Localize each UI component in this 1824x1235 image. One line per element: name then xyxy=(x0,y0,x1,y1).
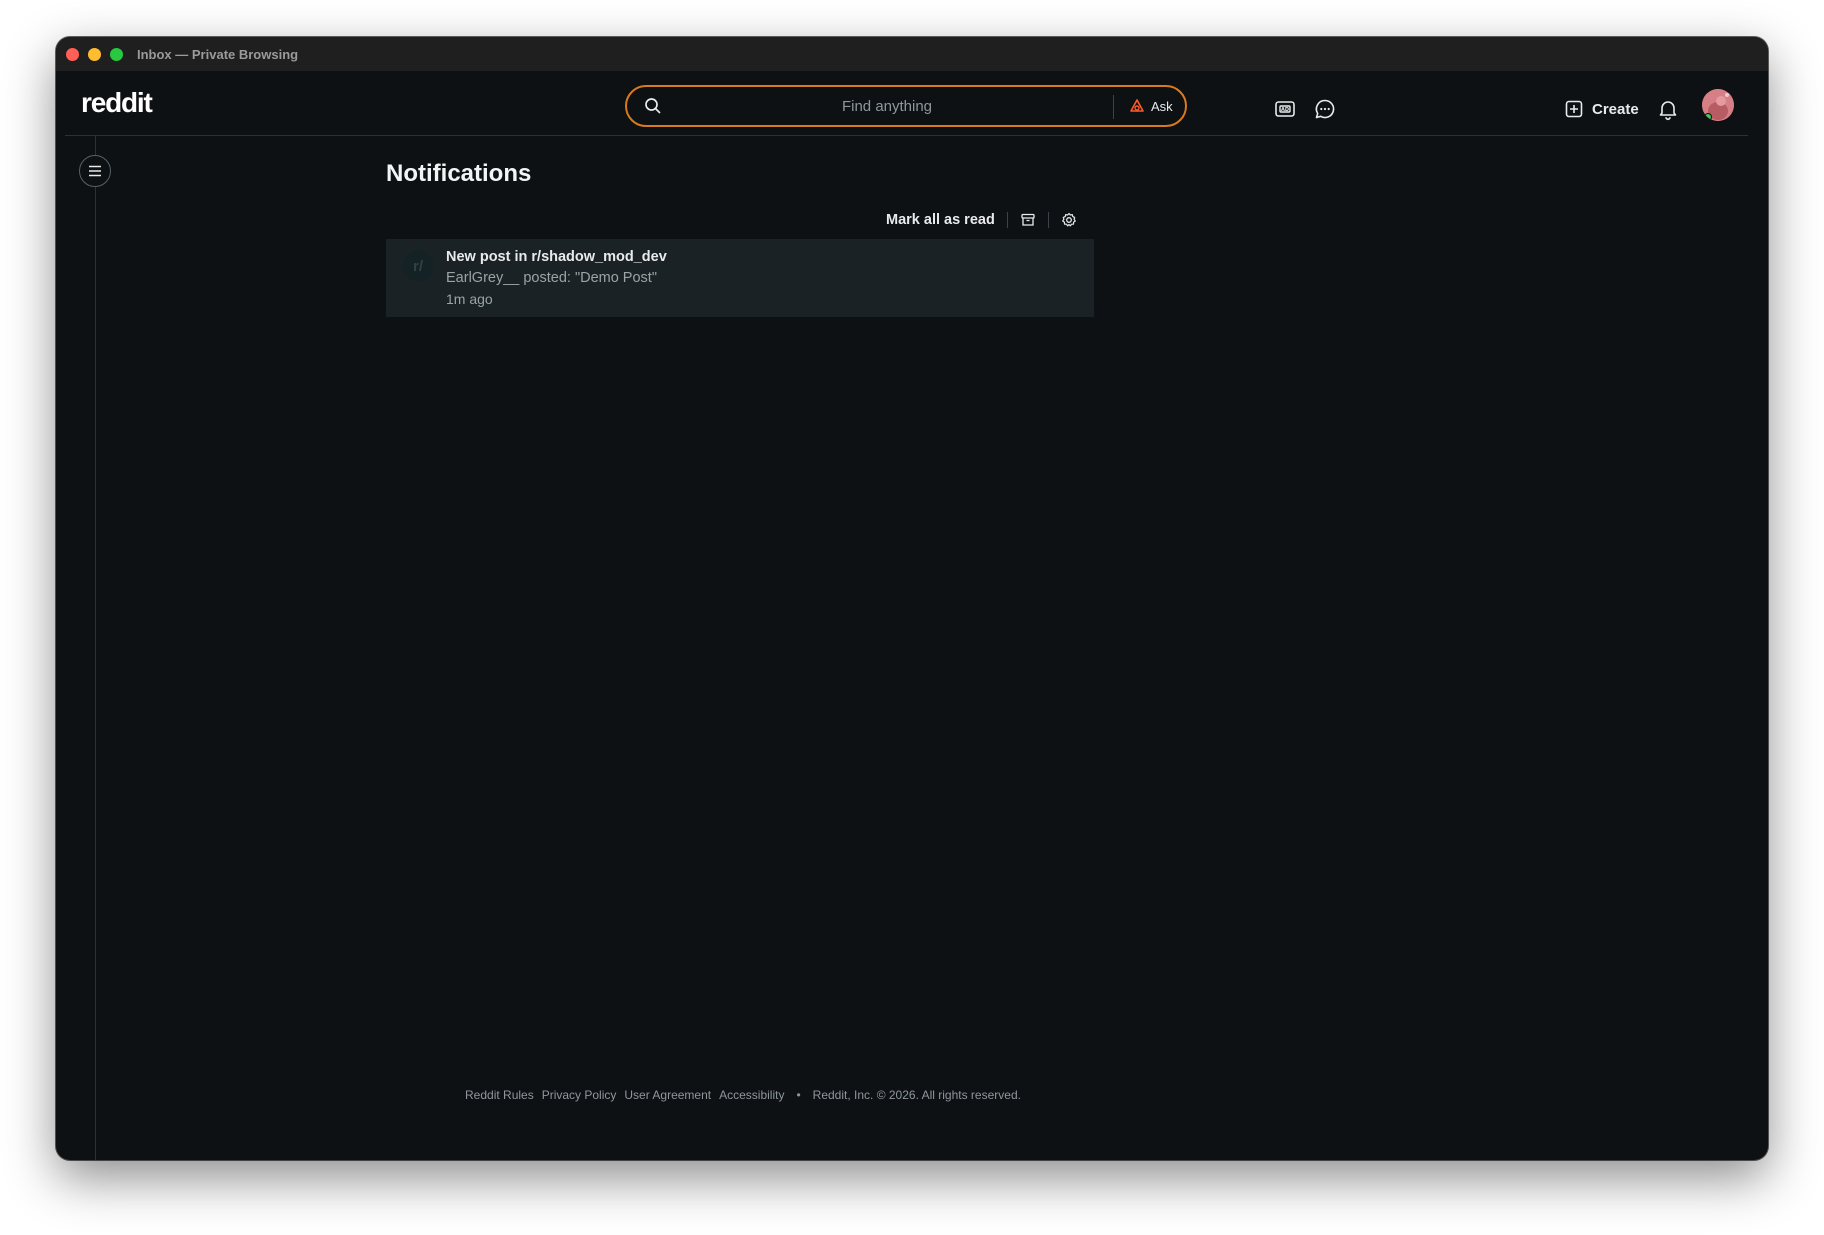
mark-all-read-button[interactable]: Mark all as read xyxy=(886,212,995,228)
search-divider xyxy=(1113,95,1114,119)
action-separator xyxy=(1006,212,1008,228)
ask-label: Ask xyxy=(1151,98,1173,114)
footer-separator: • xyxy=(796,1088,801,1102)
maximize-window-button[interactable] xyxy=(110,47,123,61)
online-status-dot xyxy=(1704,113,1712,121)
footer-link-user-agreement[interactable]: User Agreement xyxy=(624,1088,711,1102)
notification-item[interactable]: r/ New post in r/shadow_mod_dev EarlGrey… xyxy=(386,239,1094,317)
reddit-logo[interactable]: reddit xyxy=(81,87,153,119)
title-bar: Inbox — Private Browsing xyxy=(56,37,1768,71)
archive-icon[interactable] xyxy=(1020,212,1036,228)
sidebar-divider xyxy=(95,136,96,1160)
footer-link-accessibility[interactable]: Accessibility xyxy=(719,1088,784,1102)
create-plus-icon xyxy=(1564,99,1584,119)
search-icon xyxy=(644,97,662,115)
window-controls xyxy=(66,47,123,61)
bell-icon[interactable] xyxy=(1656,97,1680,121)
action-separator xyxy=(1047,212,1049,228)
header-divider xyxy=(65,135,1748,136)
notification-actions: Mark all as read xyxy=(886,207,1077,233)
notification-time: 1m ago xyxy=(446,291,493,307)
hamburger-icon xyxy=(88,165,102,177)
notification-title: New post in r/shadow_mod_dev xyxy=(446,249,667,265)
footer-link-rules[interactable]: Reddit Rules xyxy=(465,1088,534,1102)
footer: Reddit Rules Privacy Policy User Agreeme… xyxy=(465,1088,1021,1102)
window-title: Inbox — Private Browsing xyxy=(137,46,299,62)
page-title: Notifications xyxy=(386,160,532,187)
footer-copyright: Reddit, Inc. © 2026. All rights reserved… xyxy=(812,1088,1021,1102)
advertise-icon[interactable]: AD xyxy=(1273,97,1297,121)
notification-body: EarlGrey__ posted: "Demo Post" xyxy=(446,270,657,286)
search-bar[interactable]: Ask xyxy=(625,85,1187,127)
close-window-button[interactable] xyxy=(66,47,79,61)
avatar[interactable] xyxy=(1702,89,1734,121)
chat-icon[interactable] xyxy=(1313,97,1337,121)
create-button[interactable]: Create xyxy=(1564,95,1639,123)
search-input[interactable] xyxy=(667,95,1107,117)
svg-text:AD: AD xyxy=(1281,107,1289,113)
create-label: Create xyxy=(1592,100,1639,118)
ask-icon xyxy=(1129,98,1145,114)
gear-icon[interactable] xyxy=(1061,212,1077,228)
footer-link-privacy[interactable]: Privacy Policy xyxy=(542,1088,617,1102)
browser-window: Inbox — Private Browsing reddit Ask AD C… xyxy=(56,37,1768,1160)
ask-button[interactable]: Ask xyxy=(1121,92,1181,120)
minimize-window-button[interactable] xyxy=(88,47,101,61)
sidebar-menu-button[interactable] xyxy=(79,155,111,187)
subreddit-avatar: r/ xyxy=(402,250,434,282)
